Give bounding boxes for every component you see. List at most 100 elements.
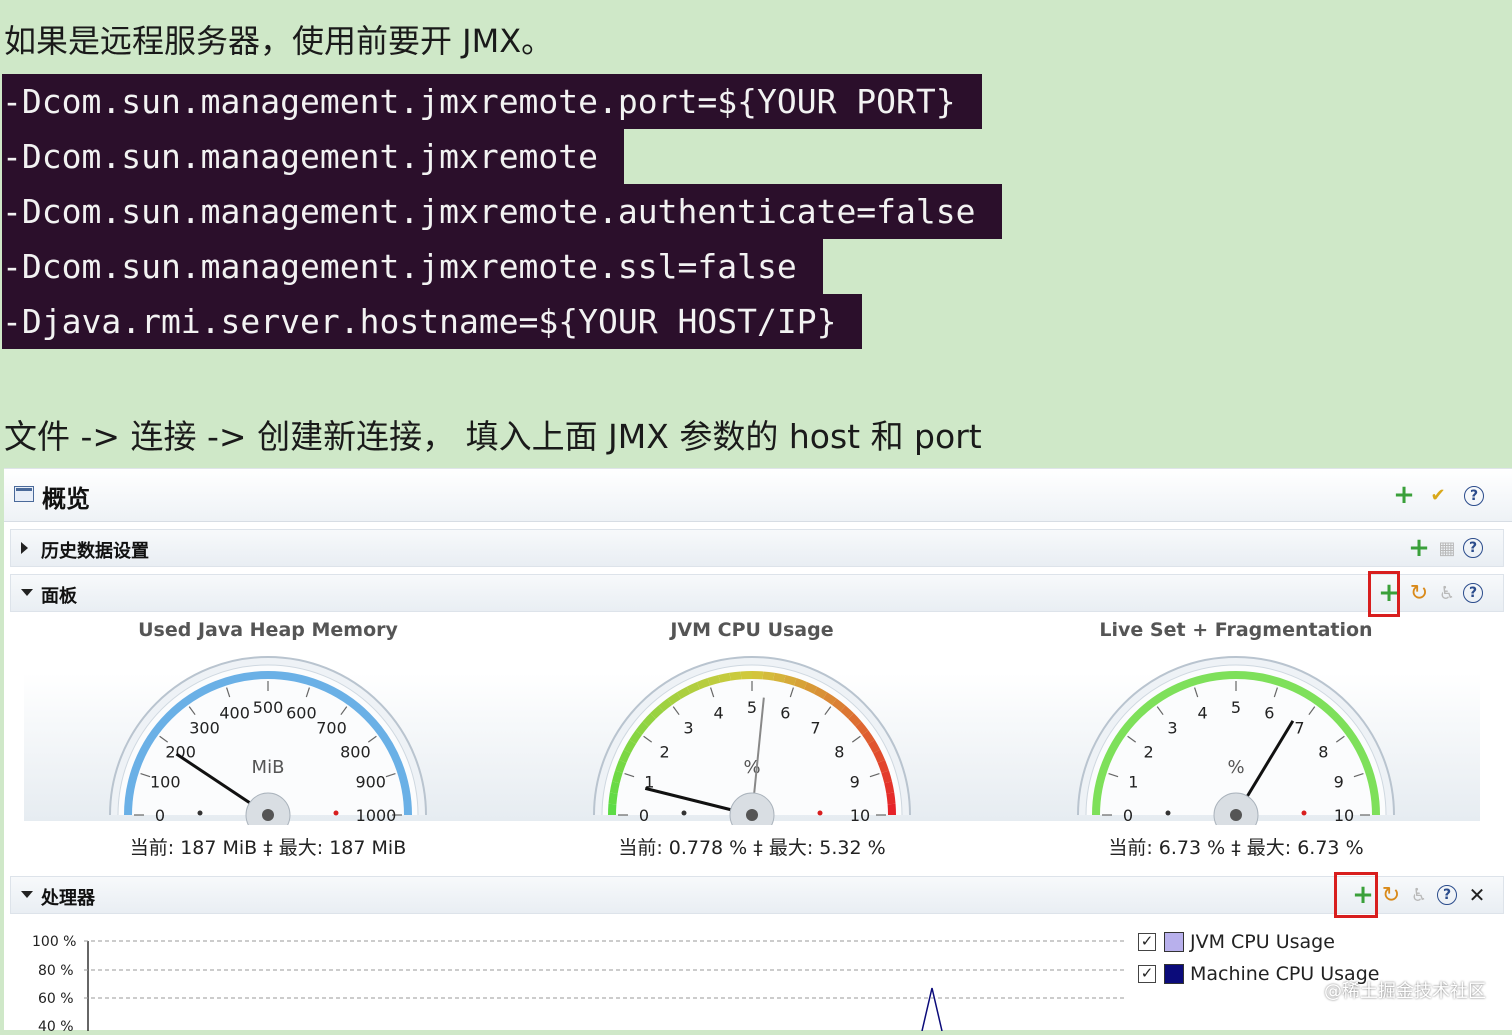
gauge-tick-label: 4 [714, 703, 724, 722]
gauge-hub-center [262, 809, 274, 821]
collapse-icon[interactable] [21, 589, 33, 596]
machine-cpu-line [922, 988, 942, 1031]
gauge-tick-label: 3 [1167, 719, 1177, 738]
gauge-arc-segment [795, 682, 805, 686]
pin-icon[interactable]: ✔ [1426, 483, 1450, 507]
highlight-box [1368, 571, 1400, 617]
gauge-arc-segment [858, 724, 865, 733]
code-line: -Djava.rmi.server.hostname=${YOUR HOST/I… [2, 294, 862, 349]
code-line: -Dcom.sun.management.jmxremote.ssl=false [2, 239, 823, 294]
gauge-dot [198, 811, 203, 816]
gauge-dial: 01002003004005006007008009001000MiB [98, 655, 438, 825]
processor-chart [84, 931, 1134, 1031]
gauge-arc-segment [881, 761, 885, 771]
gauge-arc-segment [834, 702, 843, 709]
collapse-icon[interactable] [21, 891, 33, 898]
gauge-arc-segment [619, 761, 623, 771]
gauge-arc-segment [774, 677, 785, 679]
gauge-tick-label: 0 [155, 806, 165, 825]
gauge-tick-label: 2 [660, 743, 670, 762]
gauge-tick-label: 300 [189, 719, 220, 738]
intro-text-jmx: 如果是远程服务器，使用前要开 JMX。 [4, 16, 553, 62]
gauge-arc-segment [688, 686, 698, 691]
section-processor-label: 处理器 [41, 884, 95, 910]
gauge-arc-segment [633, 733, 639, 742]
section-history[interactable]: 历史数据设置 + ▦ ? [10, 529, 1504, 567]
gauge-arc-segment [825, 696, 834, 702]
overview-icon [14, 486, 34, 502]
gauge-unit: % [1227, 757, 1244, 778]
gauge-tick-label: 500 [253, 698, 284, 717]
add-icon[interactable]: + [1392, 483, 1416, 507]
gauge-arc-segment [623, 751, 628, 761]
accessibility-icon[interactable]: ♿ [1407, 883, 1431, 907]
gauge-arc-segment [871, 742, 876, 752]
gauge-dot [334, 811, 339, 816]
gauge-tick-label: 200 [165, 743, 196, 762]
gauge-tick-label: 800 [340, 743, 371, 762]
y-tick-label: 100 % [32, 934, 76, 950]
code-line: -Dcom.sun.management.jmxremote [2, 129, 624, 184]
gauge-arc-segment [843, 709, 851, 716]
gauge-arc-segment [661, 702, 670, 709]
gauge-arc-segment [653, 709, 661, 716]
help-icon[interactable]: ? [1463, 538, 1483, 558]
gauge-unit: MiB [252, 757, 285, 778]
accessibility-icon[interactable]: ♿ [1435, 581, 1459, 605]
gauge-tick-label: 5 [1231, 698, 1241, 717]
gauge-readout: 当前: 187 MiB ‡ 最大: 187 MiB [48, 833, 488, 860]
gauge-tick-label: 600 [286, 703, 317, 722]
gauge-tick-label: 2 [1144, 743, 1154, 762]
gauge-arc-segment [612, 793, 613, 804]
gauge-tick-label: 6 [780, 703, 790, 722]
gauge-tick-label: 400 [219, 703, 250, 722]
gauge-arc-segment [888, 782, 890, 793]
gauge-tick-label: 7 [1294, 719, 1304, 738]
gauge-arc-segment [885, 772, 888, 783]
gauge-dot [1166, 811, 1171, 816]
gauge-tick-label: 10 [1334, 806, 1354, 825]
section-dashboard[interactable]: 面板 + ↻ ♿ ? [10, 574, 1504, 612]
y-tick-label: 80 % [38, 963, 74, 979]
gauge-tick-label: 4 [1198, 703, 1208, 722]
gauge-dial: 012345678910% [1066, 655, 1406, 825]
refresh-icon[interactable]: ↻ [1379, 883, 1403, 907]
section-processor[interactable]: 处理器 + ↻ ♿ ? ✕ [10, 876, 1504, 914]
add-icon[interactable]: + [1407, 536, 1431, 560]
gauge-tick-label: 6 [1264, 703, 1274, 722]
gauge-arc-segment [679, 690, 689, 695]
gauge-arc-segment [865, 733, 871, 742]
checkbox[interactable]: ✓ [1138, 933, 1156, 951]
chart-settings-icon[interactable]: ▦ [1435, 536, 1459, 560]
gauge-tick-label: 0 [639, 806, 649, 825]
y-tick-label: 40 % [38, 1019, 74, 1035]
gauge-dial: 012345678910% [582, 655, 922, 825]
expand-icon[interactable] [21, 542, 28, 554]
gauge-arc-segment [877, 751, 882, 761]
gauge-arc-segment [698, 682, 708, 686]
highlight-box [1334, 872, 1378, 918]
gauge-jvm-cpu: JVM CPU Usage 012345678910% 当前: 0.778 % … [532, 619, 972, 849]
overview-titlebar: 概览 + ✔ ? [4, 469, 1512, 522]
help-icon[interactable]: ? [1464, 486, 1484, 506]
gauge-arc-segment [806, 686, 816, 691]
jmx-code-block: -Dcom.sun.management.jmxremote.port=${YO… [2, 74, 1002, 349]
refresh-icon[interactable]: ↻ [1407, 581, 1431, 605]
close-icon[interactable]: ✕ [1465, 883, 1489, 907]
help-icon[interactable]: ? [1437, 885, 1457, 905]
gauge-tick-label: 0 [1123, 806, 1133, 825]
legend-swatch [1164, 932, 1184, 952]
gauge-tick-label: 900 [355, 773, 386, 792]
gauge-tick-label: 10 [850, 806, 870, 825]
legend-swatch [1164, 964, 1184, 984]
gauge-dot [1302, 811, 1307, 816]
legend-jvm-cpu[interactable]: ✓ JVM CPU Usage [1138, 931, 1335, 953]
y-tick-label: 60 % [38, 991, 74, 1007]
help-icon[interactable]: ? [1463, 583, 1483, 603]
gauge-tick-label: 1000 [356, 806, 397, 825]
checkbox[interactable]: ✓ [1138, 965, 1156, 983]
gauge-arc-segment [816, 690, 826, 695]
gauge-arc-segment [670, 696, 679, 702]
gauge-tick-label: 700 [316, 719, 347, 738]
gauge-hub-center [746, 809, 758, 821]
